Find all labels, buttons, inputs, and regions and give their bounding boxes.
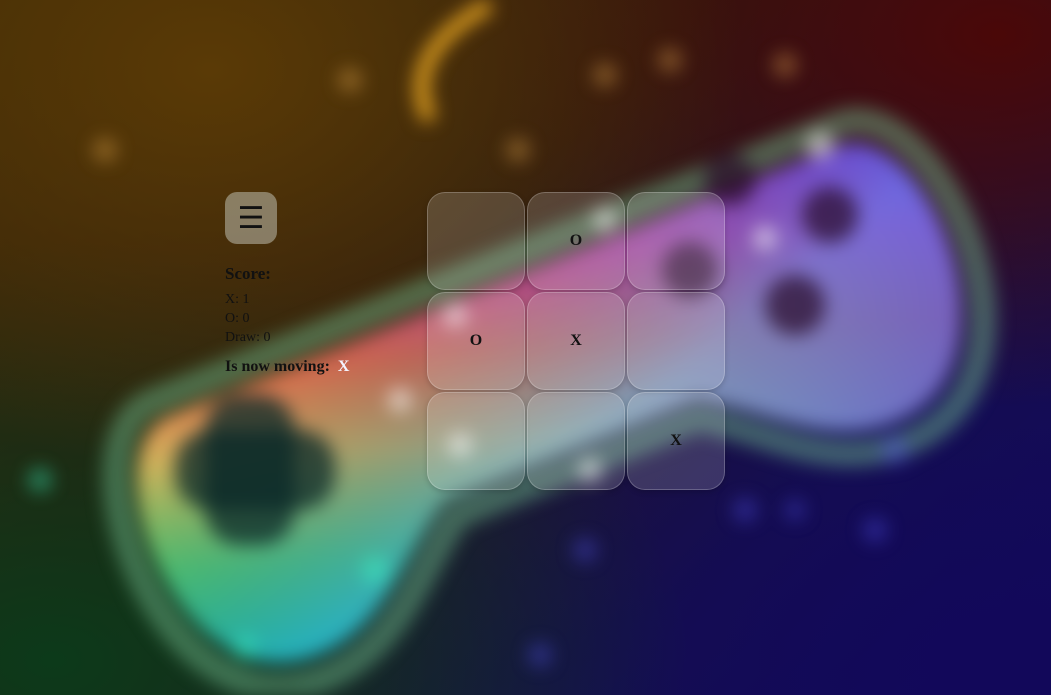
turn-status: Is now moving: X xyxy=(225,358,349,376)
menu-button[interactable]: ☰ xyxy=(225,192,277,244)
board-cell-1[interactable] xyxy=(427,192,525,290)
board-cell-8[interactable] xyxy=(527,392,625,490)
score-list: X: 1 O: 0 Draw: 0 xyxy=(225,290,349,347)
board-cell-2[interactable]: O xyxy=(527,192,625,290)
game-board: O O X X xyxy=(427,192,725,490)
board-cell-5[interactable]: X xyxy=(527,292,625,390)
board-cell-3[interactable] xyxy=(627,192,725,290)
current-player: X xyxy=(337,358,350,375)
score-title: Score: xyxy=(225,264,271,283)
score-draw: Draw: 0 xyxy=(225,330,271,345)
turn-status-label: Is now moving: xyxy=(225,358,330,375)
board-cell-4[interactable]: O xyxy=(427,292,525,390)
board-cell-6[interactable] xyxy=(627,292,725,390)
score-o: O: 0 xyxy=(225,311,250,326)
board-cell-7[interactable] xyxy=(427,392,525,490)
board-cell-9[interactable]: X xyxy=(627,392,725,490)
hamburger-menu-icon: ☰ xyxy=(237,200,265,236)
score-x: X: 1 xyxy=(225,292,250,307)
side-panel: ☰ Score: X: 1 O: 0 Draw: 0 Is now moving… xyxy=(225,192,349,376)
